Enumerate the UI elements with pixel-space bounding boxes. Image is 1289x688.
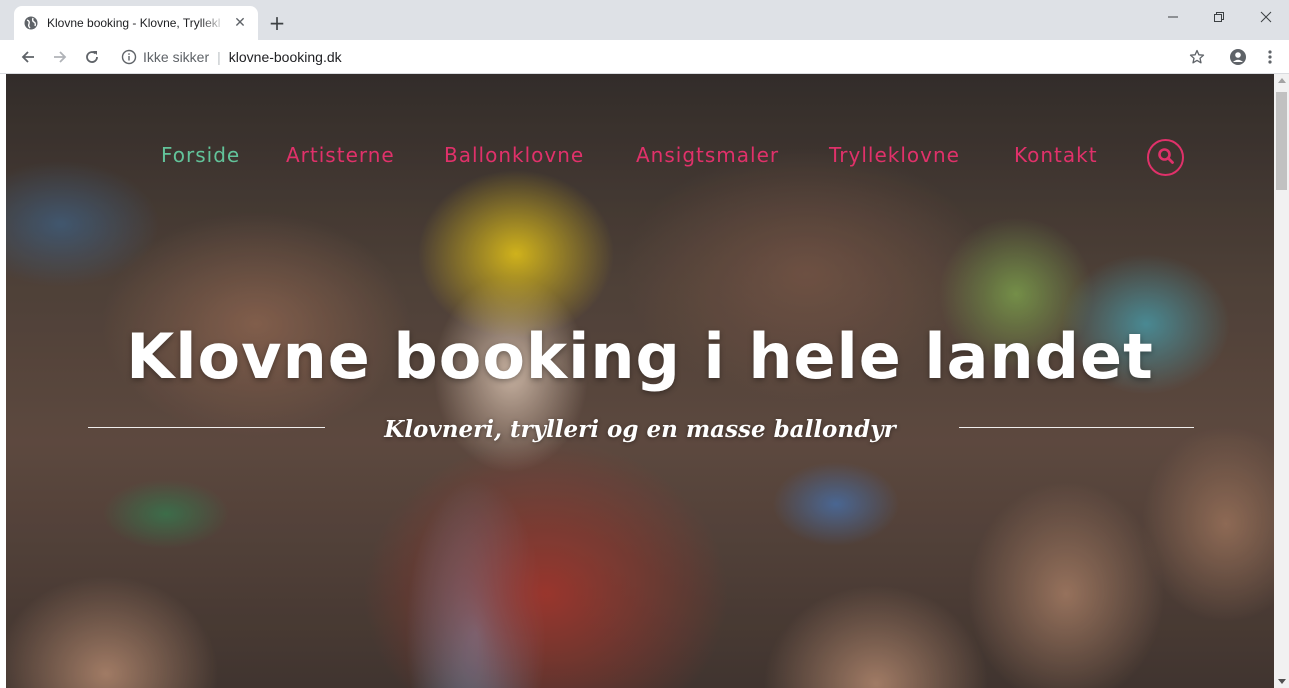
account-icon[interactable]: [1226, 45, 1250, 69]
site-navigation: Forside Artisterne Ballonklovne Ansigtsm…: [6, 139, 1274, 179]
scroll-up-arrow-icon[interactable]: [1278, 78, 1286, 83]
nav-link-artisterne[interactable]: Artisterne: [286, 143, 395, 167]
info-icon[interactable]: [121, 49, 137, 65]
nav-link-kontakt[interactable]: Kontakt: [1014, 143, 1098, 167]
browser-tab[interactable]: Klovne booking - Klovne, Tryllekl ✕: [14, 6, 258, 40]
nav-link-ansigtsmaler[interactable]: Ansigtsmaler: [636, 143, 779, 167]
page-scrollbar[interactable]: [1274, 74, 1289, 688]
security-label: Ikke sikker: [143, 49, 210, 65]
hero-tagline: Klovneri, trylleri og en masse ballondyr: [384, 416, 896, 443]
tagline-divider-right: [959, 427, 1194, 428]
reload-icon[interactable]: [80, 45, 104, 69]
back-icon[interactable]: [16, 45, 40, 69]
nav-link-trylleklovne[interactable]: Trylleklovne: [829, 143, 960, 167]
tab-title: Klovne booking - Klovne, Tryllekl: [47, 16, 221, 30]
restore-button[interactable]: [1196, 0, 1242, 34]
forward-icon[interactable]: [48, 45, 72, 69]
tab-strip: Klovne booking - Klovne, Tryllekl ✕ +: [0, 0, 1289, 40]
scroll-down-arrow-icon[interactable]: [1278, 679, 1286, 684]
close-tab-icon[interactable]: ✕: [232, 15, 248, 31]
hero-title: Klovne booking i hele landet: [126, 320, 1154, 393]
browser-toolbar: Ikke sikker | klovne-booking.dk: [0, 40, 1289, 74]
globe-favicon-icon: [24, 16, 38, 30]
star-icon[interactable]: [1185, 45, 1209, 69]
page-viewport: Forside Artisterne Ballonklovne Ansigtsm…: [6, 74, 1274, 688]
close-window-button[interactable]: [1243, 0, 1289, 34]
minimize-button[interactable]: [1150, 0, 1196, 34]
nav-link-ballonklovne[interactable]: Ballonklovne: [444, 143, 584, 167]
new-tab-button[interactable]: +: [266, 11, 288, 35]
nav-link-forside[interactable]: Forside: [161, 143, 240, 167]
menu-dots-icon[interactable]: [1258, 45, 1282, 69]
search-icon: [1157, 147, 1175, 169]
search-button[interactable]: [1147, 139, 1184, 176]
url-text[interactable]: klovne-booking.dk: [229, 49, 342, 65]
scroll-thumb[interactable]: [1276, 92, 1287, 190]
tagline-row: Klovneri, trylleri og en masse ballondyr: [6, 412, 1274, 452]
url-separator: |: [217, 49, 221, 65]
address-bar[interactable]: Ikke sikker | klovne-booking.dk: [113, 43, 1223, 71]
